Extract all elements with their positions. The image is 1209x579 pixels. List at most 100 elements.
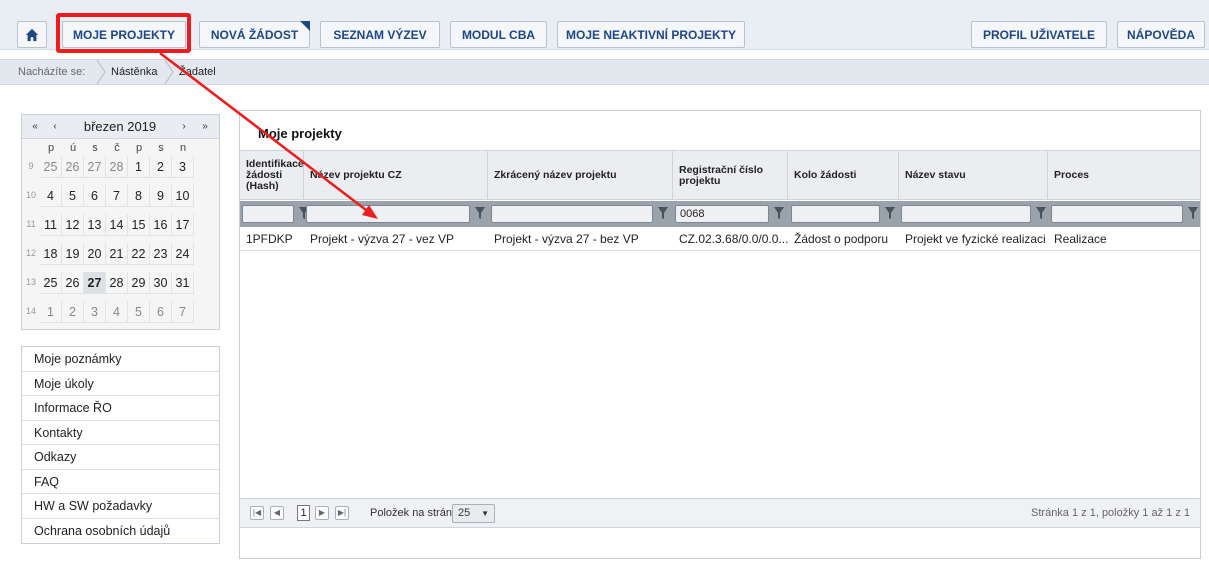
calendar-day[interactable]: 21 xyxy=(106,243,128,265)
filter-input[interactable] xyxy=(242,205,294,223)
menu-item-faq[interactable]: FAQ xyxy=(22,470,219,494)
current-page[interactable]: 1 xyxy=(297,505,310,521)
menu-item-contacts[interactable]: Kontakty xyxy=(22,421,219,445)
calendar-day[interactable]: 16 xyxy=(150,214,172,236)
breadcrumb-separator-icon xyxy=(164,59,174,85)
filter-input[interactable] xyxy=(901,205,1031,223)
column-header-reg-number[interactable]: Registrační číslo projektu xyxy=(673,151,788,200)
calendar-day[interactable]: 6 xyxy=(150,301,172,323)
menu-item-hw-sw[interactable]: HW a SW požadavky xyxy=(22,494,219,519)
menu-item-privacy[interactable]: Ochrana osobních údajů xyxy=(22,519,219,544)
filter-funnel-icon[interactable] xyxy=(474,206,486,220)
calendar-day[interactable]: 5 xyxy=(62,185,84,207)
filter-input[interactable] xyxy=(491,205,653,223)
calendar-day[interactable]: 3 xyxy=(84,301,106,323)
filter-funnel-icon[interactable] xyxy=(657,206,669,220)
filter-funnel-icon[interactable] xyxy=(1187,206,1199,220)
calendar-day[interactable]: 14 xyxy=(106,214,128,236)
menu-item-ro-info[interactable]: Informace ŘO xyxy=(22,396,219,421)
calendar-day[interactable]: 2 xyxy=(62,301,84,323)
calendar-day[interactable]: 4 xyxy=(40,185,62,207)
prev-page-icon[interactable]: ◀ xyxy=(270,506,284,520)
menu-item-my-notes[interactable]: Moje poznámky xyxy=(22,347,219,372)
breadcrumb-item-applicant[interactable]: Žadatel xyxy=(179,60,216,84)
next-month-icon[interactable]: › xyxy=(177,120,191,134)
filter-input[interactable]: 0068 xyxy=(675,205,769,223)
column-header-process[interactable]: Proces xyxy=(1048,151,1200,200)
calendar-day[interactable]: 1 xyxy=(40,301,62,323)
nav-user-profile-button[interactable]: PROFIL UŽIVATELE xyxy=(971,21,1107,48)
table-row[interactable]: 1PFDKP Projekt - výzva 27 - vez VP Proje… xyxy=(240,227,1200,251)
last-page-icon[interactable]: ▶| xyxy=(335,506,349,520)
calendar-day[interactable]: 3 xyxy=(172,156,194,178)
breadcrumb-item-dashboard[interactable]: Nástěnka xyxy=(111,60,157,84)
calendar-day[interactable]: 26 xyxy=(62,272,84,294)
column-header-short-name[interactable]: Zkrácený název projektu xyxy=(488,151,673,200)
calendar-day[interactable]: 7 xyxy=(106,185,128,207)
filter-row: 0068 xyxy=(240,201,1200,227)
corner-triangle-icon xyxy=(300,21,310,31)
menu-item-my-tasks[interactable]: Moje úkoly xyxy=(22,372,219,396)
filter-input[interactable] xyxy=(306,205,470,223)
calendar-day[interactable]: 26 xyxy=(62,156,84,178)
nav-calls-list-button[interactable]: SEZNAM VÝZEV xyxy=(320,21,440,48)
column-header-hash[interactable]: Identifikace žádosti (Hash) xyxy=(240,151,304,200)
prev-year-icon[interactable]: « xyxy=(28,120,42,134)
prev-month-icon[interactable]: ‹ xyxy=(48,120,62,134)
calendar-day[interactable]: 5 xyxy=(128,301,150,323)
calendar-day[interactable]: 25 xyxy=(40,156,62,178)
calendar-day[interactable]: 31 xyxy=(172,272,194,294)
calendar-day[interactable]: 10 xyxy=(172,185,194,207)
per-page-select[interactable]: 25 ▼ xyxy=(452,504,495,523)
calendar-day[interactable]: 13 xyxy=(84,214,106,236)
per-page-label: Položek na stránku xyxy=(370,507,464,519)
filter-funnel-icon[interactable] xyxy=(773,206,785,220)
filter-funnel-icon[interactable] xyxy=(884,206,896,220)
panel-title: Moje projekty xyxy=(258,126,342,141)
calendar-day[interactable]: 18 xyxy=(40,243,62,265)
nav-cba-module-button[interactable]: MODUL CBA xyxy=(450,21,547,48)
cell-round: Žádost o podporu xyxy=(794,232,889,246)
menu-item-links[interactable]: Odkazy xyxy=(22,445,219,470)
calendar-day[interactable]: 17 xyxy=(172,214,194,236)
first-page-icon[interactable]: |◀ xyxy=(250,506,264,520)
calendar-day[interactable]: 11 xyxy=(40,214,62,236)
calendar-day[interactable]: 8 xyxy=(128,185,150,207)
calendar-day[interactable]: 27 xyxy=(84,272,106,294)
calendar-day[interactable]: 9 xyxy=(150,185,172,207)
calendar-day[interactable]: 28 xyxy=(106,272,128,294)
calendar-day[interactable]: 30 xyxy=(150,272,172,294)
nav-new-application-button[interactable]: NOVÁ ŽÁDOST xyxy=(199,21,310,48)
calendar-day[interactable]: 1 xyxy=(128,156,150,178)
nav-inactive-projects-button[interactable]: MOJE NEAKTIVNÍ PROJEKTY xyxy=(557,21,745,48)
cell-short-name: Projekt - výzva 27 - bez VP xyxy=(494,232,639,246)
calendar-day[interactable]: 15 xyxy=(128,214,150,236)
home-button[interactable] xyxy=(17,21,47,48)
next-page-icon[interactable]: ▶ xyxy=(315,506,329,520)
calendar-day[interactable]: 22 xyxy=(128,243,150,265)
calendar-day[interactable]: 23 xyxy=(150,243,172,265)
home-icon xyxy=(25,28,39,41)
filter-funnel-icon[interactable] xyxy=(1035,206,1047,220)
calendar-month-title[interactable]: březen 2019 xyxy=(80,119,160,134)
calendar-day[interactable]: 27 xyxy=(84,156,106,178)
filter-input[interactable] xyxy=(1051,205,1183,223)
column-header-round[interactable]: Kolo žádosti xyxy=(788,151,899,200)
column-header-status[interactable]: Název stavu xyxy=(899,151,1048,200)
calendar-day[interactable]: 2 xyxy=(150,156,172,178)
filter-input[interactable] xyxy=(791,205,880,223)
calendar-day[interactable]: 7 xyxy=(172,301,194,323)
calendar-day[interactable]: 19 xyxy=(62,243,84,265)
calendar-day[interactable]: 24 xyxy=(172,243,194,265)
calendar-header: « ‹ březen 2019 › » xyxy=(22,115,219,139)
next-year-icon[interactable]: » xyxy=(198,120,212,134)
column-header-project-name[interactable]: Název projektu CZ xyxy=(304,151,488,200)
nav-help-button[interactable]: NÁPOVĚDA xyxy=(1117,21,1205,48)
calendar-day[interactable]: 29 xyxy=(128,272,150,294)
calendar-day[interactable]: 6 xyxy=(84,185,106,207)
calendar-day[interactable]: 28 xyxy=(106,156,128,178)
calendar-day[interactable]: 25 xyxy=(40,272,62,294)
calendar-day[interactable]: 12 xyxy=(62,214,84,236)
calendar-day[interactable]: 4 xyxy=(106,301,128,323)
calendar-day[interactable]: 20 xyxy=(84,243,106,265)
